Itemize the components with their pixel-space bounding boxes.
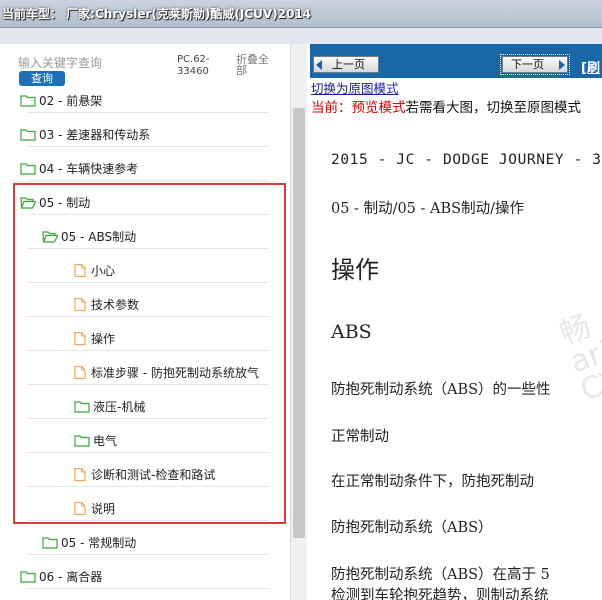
tree-divider: [28, 418, 268, 419]
folder-closed-icon: [20, 570, 36, 583]
tree-item-conventional-brakes[interactable]: 05 - 常规制动: [42, 530, 136, 554]
collapse-all-button[interactable]: 折叠全部: [236, 54, 276, 76]
tree-item-diagnosis-and-testing[interactable]: 诊断和测试-检查和路试: [72, 462, 215, 486]
vehicle-title: 当前车型： 厂家:Chrysler(克莱斯勒)酷威(JCUV)2014: [2, 7, 312, 21]
tree-divider: [28, 282, 268, 283]
paragraph: 正常制动: [331, 429, 389, 445]
document-viewer: 上一页 下一页 [刷 切换为原图模式 当前：预览模式若需看大图，切换至原图模式 …: [310, 44, 602, 600]
title-bar: 当前车型： 厂家:Chrysler(克莱斯勒)酷威(JCUV)2014: [0, 0, 602, 28]
app-window: 当前车型： 厂家:Chrysler(克莱斯勒)酷威(JCUV)2014 查询 P…: [0, 0, 602, 600]
navigation-pane: 查询 PC.62-33460 折叠全部 02 - 前悬架: [0, 44, 307, 600]
preview-mode-notice: 当前：预览模式若需看大图，切换至原图模式: [311, 96, 581, 116]
tree-item-label: 05 - 常规制动: [61, 535, 137, 550]
next-page-label: 下一页: [511, 58, 544, 71]
tree-divider: [28, 214, 268, 215]
tree-divider: [28, 146, 268, 147]
section-heading-abs: ABS: [331, 321, 372, 343]
document-icon: [74, 297, 86, 311]
tree-divider: [28, 316, 268, 317]
folder-closed-icon: [42, 536, 58, 549]
scrollbar-thumb[interactable]: [293, 108, 305, 538]
tree-divider: [28, 248, 268, 249]
tree-item-caution[interactable]: 小心: [72, 258, 115, 282]
title-band: [0, 28, 602, 44]
tree-item-vehicle-quick-reference[interactable]: 04 - 车辆快速参考: [20, 156, 138, 180]
tree-item-label: 05 - 制动: [39, 195, 91, 210]
tree-view: 02 - 前悬架 03 - 差速器和传动系 04 - 车辆快速参考 05 - 制…: [0, 90, 290, 600]
tree-item-label: 液压-机械: [93, 399, 146, 414]
folder-closed-icon: [20, 94, 36, 107]
tree-item-label: 小心: [91, 263, 116, 278]
tree-item-label: 03 - 差速器和传动系: [39, 127, 151, 142]
arrow-left-icon: [316, 60, 322, 70]
document-icon: [74, 331, 86, 345]
folder-closed-icon: [20, 162, 36, 175]
tree-item-specifications[interactable]: 技术参数: [72, 292, 139, 316]
tree-item-label: 06 - 离合器: [39, 569, 103, 584]
tree-item-abs-bleeding-procedure[interactable]: 标准步骤 - 防抱死制动系统放气: [72, 360, 259, 384]
tree-item-label: 诊断和测试-检查和路试: [91, 467, 216, 482]
paragraph: 防抱死制动系统（ABS）在高于 5: [331, 567, 550, 583]
folder-closed-icon: [74, 434, 90, 447]
tree-divider: [28, 384, 268, 385]
refresh-link[interactable]: [刷: [581, 57, 600, 76]
paragraph: 防抱死制动系统（ABS）: [331, 520, 493, 536]
tree-item-label: 说明: [91, 501, 116, 516]
search-input[interactable]: [18, 54, 168, 72]
paragraph: 防抱死制动系统（ABS）的一些性: [331, 382, 551, 398]
tree-item-description[interactable]: 说明: [72, 496, 115, 520]
vertical-scrollbar[interactable]: [290, 44, 307, 600]
document-path: 05 - 制动/05 - ABS制动/操作: [331, 201, 524, 217]
prev-page-label: 上一页: [332, 58, 365, 71]
folder-open-icon: [42, 230, 58, 243]
preview-mode-label: 当前：预览模式: [311, 100, 406, 116]
document-title: 操作: [331, 256, 379, 284]
tree-item-label: 05 - ABS制动: [61, 229, 137, 244]
tree-divider: [28, 452, 268, 453]
search-button[interactable]: 查询: [19, 71, 65, 86]
tree-divider: [28, 180, 268, 181]
pc-code-label: PC.62-33460: [177, 54, 210, 77]
document-icon: [74, 365, 86, 379]
switch-to-original-link[interactable]: 切换为原图模式: [311, 78, 399, 97]
tree-item-label: 电气: [93, 433, 118, 448]
tree-item-label: 标准步骤 - 防抱死制动系统放气: [91, 365, 259, 380]
tree-item-abs-brakes[interactable]: 05 - ABS制动: [42, 224, 136, 248]
tree-divider: [28, 588, 268, 589]
tree-item-label: 操作: [91, 331, 116, 346]
tree-item-label: 技术参数: [91, 297, 140, 312]
prev-page-button[interactable]: 上一页: [313, 56, 379, 73]
document-icon: [74, 263, 86, 277]
tree-item-label: 04 - 车辆快速参考: [39, 161, 139, 176]
tree-item-electrical[interactable]: 电气: [74, 428, 117, 452]
tree-item-label: 02 - 前悬架: [39, 93, 103, 108]
viewer-toolbar: 上一页 下一页 [刷: [310, 44, 602, 78]
next-page-button[interactable]: 下一页: [500, 54, 570, 75]
paragraph: 在正常制动条件下，防抱死制动: [331, 474, 534, 490]
watermark: 畅ar38 CY: [555, 308, 602, 409]
search-bar: 查询 PC.62-33460 折叠全部: [0, 44, 290, 90]
tree-item-hydraulic-mechanical[interactable]: 液压-机械: [74, 394, 145, 418]
document-icon: [74, 467, 86, 481]
folder-open-icon: [20, 196, 36, 209]
tree-divider: [28, 520, 268, 521]
tree-item-differential[interactable]: 03 - 差速器和传动系: [20, 122, 150, 146]
arrow-right-icon: [559, 60, 565, 70]
document-icon: [74, 501, 86, 515]
folder-closed-icon: [74, 400, 90, 413]
tree-divider: [28, 554, 268, 555]
folder-closed-icon: [20, 128, 36, 141]
document-header: 2015 - JC - DODGE JOURNEY - 3: [331, 152, 602, 168]
tree-divider: [28, 486, 268, 487]
preview-mode-hint: 若需看大图，切换至原图模式: [405, 100, 582, 116]
tree-divider: [28, 112, 268, 113]
tree-item-brakes[interactable]: 05 - 制动: [20, 190, 90, 214]
tree-item-front-suspension[interactable]: 02 - 前悬架: [20, 90, 102, 112]
tree-item-clutch[interactable]: 06 - 离合器: [20, 564, 102, 588]
tree-divider: [28, 350, 268, 351]
paragraph: 检测到车轮抱死趋势，则制动系统: [331, 588, 549, 600]
tree-item-operation[interactable]: 操作: [72, 326, 115, 350]
